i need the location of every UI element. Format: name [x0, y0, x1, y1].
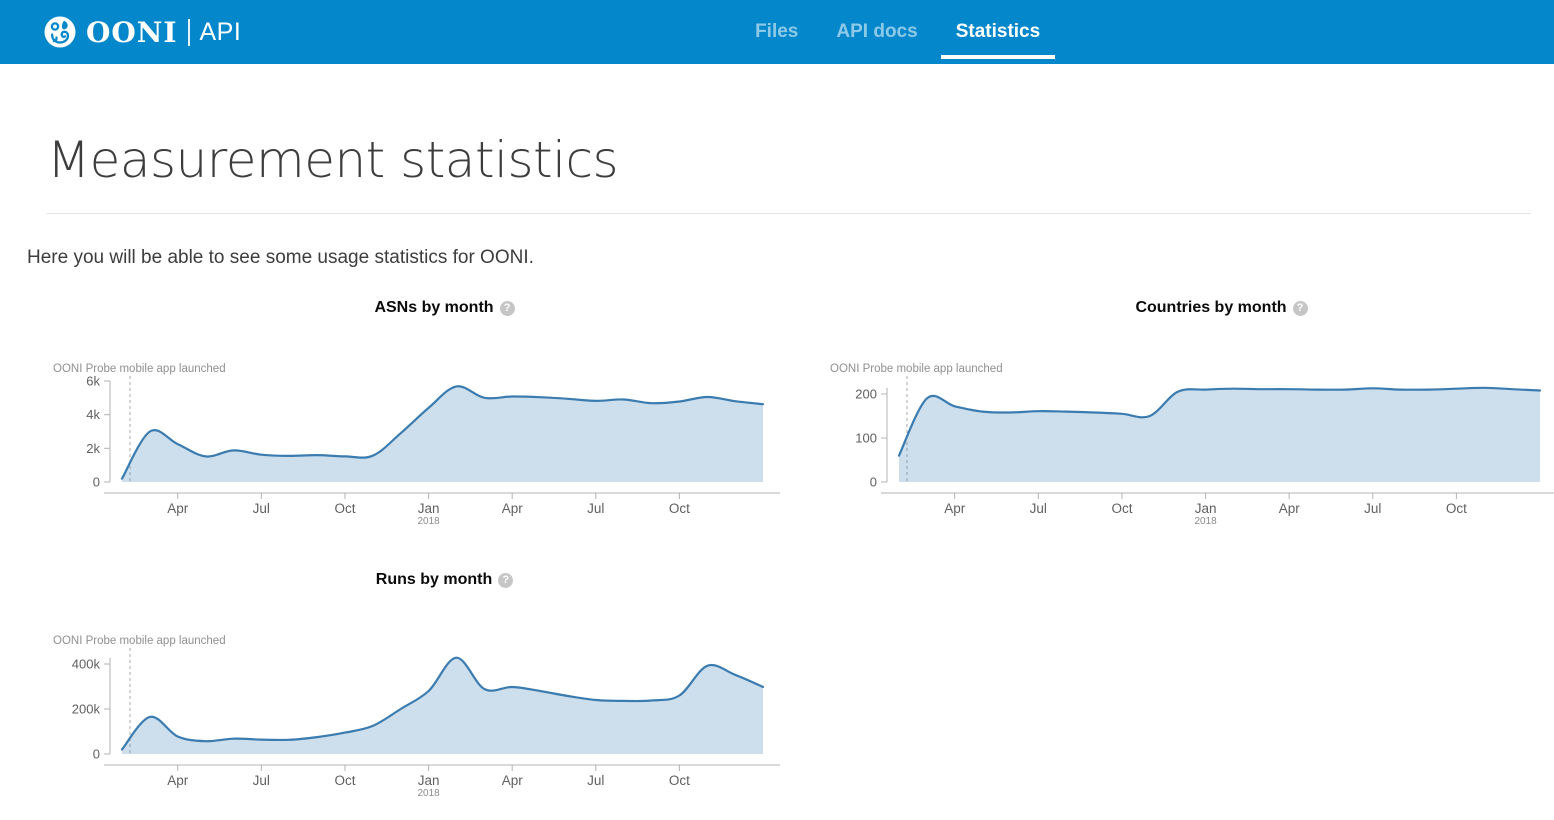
- x-tick-label: Apr: [1279, 501, 1301, 516]
- x-tick-label: Jan: [418, 773, 440, 788]
- x-tick-label: Jul: [1364, 501, 1381, 516]
- chart-asns-by-month: ASNs by month ? 0 2k 4k 6k Apr Jul Oct Jan2018 A…: [0, 297, 794, 531]
- launch-annotation: OONI Probe mobile app launched: [830, 363, 1003, 375]
- chart-title-runs: Runs by month: [376, 571, 492, 589]
- chart-runs-by-month: Runs by month ? 0 200k 400k Apr Jul Oct Jan201…: [0, 569, 794, 803]
- y-tick-label: 100: [855, 431, 877, 446]
- main-content: Measurement statistics Here you will be …: [0, 128, 1554, 803]
- x-tick-sublabel: 2018: [417, 516, 440, 527]
- y-tick-label: 200k: [72, 702, 101, 717]
- top-nav-bar: OONI API Files API docs Statistics: [0, 0, 1554, 64]
- title-divider: [47, 213, 1531, 214]
- x-tick-label: Apr: [502, 501, 524, 516]
- x-tick-label: Oct: [1111, 501, 1132, 516]
- launch-annotation: OONI Probe mobile app launched: [53, 363, 226, 375]
- ooni-brand[interactable]: OONI API: [44, 16, 241, 49]
- chart-countries-by-month: Countries by month ? 0 100 200 Apr Jul Oct Jan…: [794, 297, 1554, 531]
- help-icon[interactable]: ?: [1293, 301, 1308, 316]
- x-tick-sublabel: 2018: [417, 788, 440, 799]
- chart-title-row: Countries by month ?: [817, 297, 1554, 319]
- page-title: Measurement statistics: [47, 128, 1507, 193]
- y-tick-label: 2k: [86, 441, 100, 456]
- nav-statistics[interactable]: Statistics: [954, 17, 1042, 47]
- x-tick-sublabel: 2018: [1194, 516, 1217, 527]
- empty-grid-cell: [794, 569, 1554, 803]
- brand-sub: API: [199, 18, 241, 47]
- launch-annotation: OONI Probe mobile app launched: [53, 635, 226, 647]
- runs-area-chart[interactable]: 0 200k 400k Apr Jul Oct Jan2018 Apr Jul Oct OONI P…: [40, 628, 794, 803]
- countries-area-chart[interactable]: 0 100 200 Apr Jul Oct Jan2018 Apr Jul Oct OONI Pro…: [817, 356, 1554, 531]
- y-tick-label: 4k: [86, 407, 100, 422]
- y-tick-label: 0: [870, 475, 877, 490]
- x-tick-label: Apr: [167, 501, 189, 516]
- x-tick-label: Apr: [167, 773, 189, 788]
- area-fill: [122, 386, 763, 482]
- x-tick-label: Jul: [1030, 501, 1047, 516]
- y-tick-label: 400k: [72, 657, 101, 672]
- chart-title-row: ASNs by month ?: [40, 297, 794, 319]
- x-tick-label: Oct: [334, 501, 355, 516]
- x-tick-label: Oct: [1446, 501, 1467, 516]
- brand-name: OONI: [86, 16, 177, 49]
- nav-files[interactable]: Files: [753, 17, 800, 47]
- chart-title-row: Runs by month ?: [40, 569, 794, 591]
- charts-grid: ASNs by month ? 02k4k6kAprJulOctJan2018A…: [0, 297, 1554, 803]
- x-tick-label: Apr: [944, 501, 966, 516]
- y-tick-label: 6k: [86, 374, 100, 389]
- x-tick-label: Jan: [418, 501, 440, 516]
- x-tick-label: Jul: [587, 501, 604, 516]
- ooni-logo-icon: [44, 16, 76, 48]
- chart-title-countries: Countries by month: [1135, 299, 1286, 317]
- intro-text: Here you will be able to see some usage …: [27, 244, 1531, 272]
- x-tick-label: Jul: [587, 773, 604, 788]
- help-icon[interactable]: ?: [498, 573, 513, 588]
- x-tick-label: Oct: [669, 773, 690, 788]
- main-nav: Files API docs Statistics: [241, 17, 1554, 47]
- x-tick-label: Oct: [669, 501, 690, 516]
- y-tick-label: 0: [93, 747, 100, 762]
- chart-title-asns: ASNs by month: [374, 299, 493, 317]
- area-fill: [899, 388, 1540, 482]
- x-tick-label: Jan: [1195, 501, 1217, 516]
- nav-api-docs[interactable]: API docs: [834, 17, 919, 47]
- y-tick-label: 200: [855, 387, 877, 402]
- x-tick-label: Oct: [334, 773, 355, 788]
- asns-area-chart[interactable]: 0 2k 4k 6k Apr Jul Oct Jan2018 Apr Jul Oct OONI Pro…: [40, 356, 794, 531]
- x-tick-label: Apr: [502, 773, 524, 788]
- y-tick-label: 0: [93, 475, 100, 490]
- help-icon[interactable]: ?: [500, 301, 515, 316]
- x-tick-label: Jul: [253, 773, 270, 788]
- x-tick-label: Jul: [253, 501, 270, 516]
- brand-separator: [188, 19, 190, 46]
